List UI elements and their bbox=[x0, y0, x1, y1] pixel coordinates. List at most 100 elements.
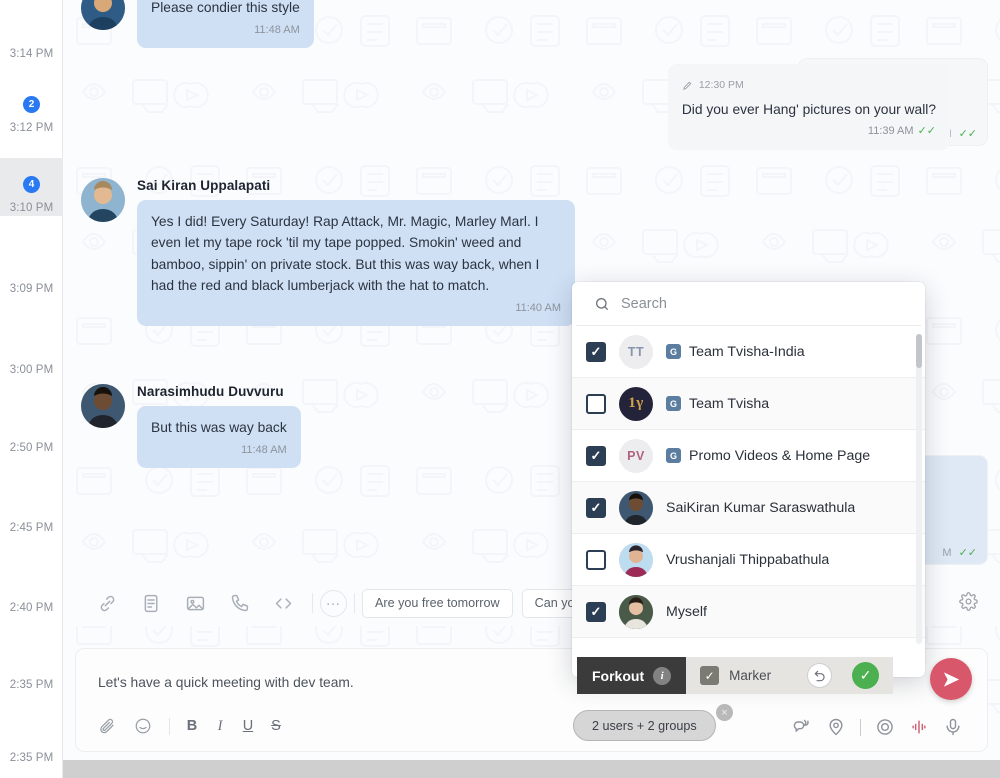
timeline-slot[interactable]: 3:14 PM bbox=[0, 10, 63, 62]
message-bubble[interactable]: Yes I did! Every Saturday! Rap Attack, M… bbox=[137, 199, 575, 326]
recipients-chip[interactable]: 2 users + 2 groups bbox=[573, 710, 716, 741]
avatar[interactable] bbox=[81, 0, 125, 30]
composer-toolbar[interactable]: BIUS bbox=[90, 709, 289, 743]
message-text: Please condier this style bbox=[151, 0, 300, 15]
underline-button[interactable]: U bbox=[235, 711, 261, 741]
timeline-slot[interactable]: 2:35 PM bbox=[0, 641, 63, 693]
timeline-slot[interactable]: 3:09 PM bbox=[0, 245, 63, 297]
app-window: 3:14 PM 2 3:12 PM 4 3:10 PM 3:09 PM 3:00 PM 2:5… bbox=[0, 0, 1000, 778]
row-promo-videos[interactable]: ✓ PV G Promo Videos & Home Page bbox=[572, 430, 925, 482]
timeline-slot[interactable]: 2:45 PM bbox=[0, 484, 63, 536]
timeline-slot[interactable]: 3:00 PM bbox=[0, 326, 63, 378]
emoji-icon[interactable] bbox=[126, 709, 160, 743]
avatar[interactable] bbox=[81, 177, 125, 222]
pencil-icon bbox=[683, 81, 692, 91]
row-checkbox[interactable]: ✓ bbox=[586, 341, 606, 362]
row-label: Myself bbox=[666, 603, 707, 620]
row-vrushanjali[interactable]: Vrushanjali Thippabathula bbox=[572, 534, 925, 586]
avatar-initials: 1γ bbox=[628, 395, 644, 411]
message-bubble[interactable]: But this was way back 11:48 AM bbox=[137, 406, 301, 468]
code-icon[interactable] bbox=[261, 581, 305, 625]
composer-right-icons[interactable] bbox=[787, 712, 968, 742]
composer-input[interactable]: Let's have a quick meeting with dev team… bbox=[98, 675, 354, 690]
message-sender-name: Sai Kiran Uppalapati bbox=[137, 177, 271, 193]
message-row[interactable]: Please condier this style 11:48 AM bbox=[81, 0, 960, 48]
scrollbar-thumb[interactable] bbox=[916, 334, 922, 368]
microphone-icon[interactable] bbox=[938, 712, 968, 742]
row-team-tvisha-india[interactable]: ✓ TT G Team Tvisha-India bbox=[572, 326, 925, 378]
group-icon: G bbox=[666, 396, 681, 411]
link-icon[interactable] bbox=[85, 581, 129, 625]
italic-button[interactable]: I bbox=[207, 711, 233, 741]
row-saikiran-kumar[interactable]: ✓ SaiKiran Kumar Saraswathula bbox=[572, 482, 925, 534]
timeline-slot[interactable]: 2:50 PM bbox=[0, 404, 63, 456]
send-button[interactable] bbox=[930, 658, 972, 700]
unread-badge: 4 bbox=[23, 176, 40, 193]
attachment-icon[interactable] bbox=[90, 709, 124, 743]
info-icon[interactable]: i bbox=[653, 666, 672, 685]
message-column: Sai Kiran Uppalapati Yes I did! Every Sat… bbox=[137, 177, 575, 326]
message-timeline-rail: 3:14 PM 2 3:12 PM 4 3:10 PM 3:09 PM 3:00 PM 2:5… bbox=[0, 0, 63, 778]
picker-row-list[interactable]: ✓ TT G Team Tvisha-India 1γ G Team Tvisha ✓ PV G P… bbox=[572, 326, 925, 677]
row-checkbox[interactable]: ✓ bbox=[586, 601, 606, 622]
strikethrough-button[interactable]: S bbox=[263, 711, 289, 741]
row-checkbox[interactable]: ✓ bbox=[586, 497, 606, 518]
toolbar-divider bbox=[312, 593, 313, 613]
undo-icon[interactable] bbox=[807, 663, 833, 688]
search-input[interactable] bbox=[621, 295, 903, 312]
avatar[interactable]: PV bbox=[619, 438, 653, 473]
image-icon[interactable] bbox=[173, 581, 217, 625]
timeline-slot[interactable]: 2:35 PM bbox=[0, 714, 63, 766]
composer-divider bbox=[169, 717, 170, 735]
more-options-button[interactable]: … bbox=[320, 589, 347, 617]
avatar[interactable] bbox=[619, 542, 653, 577]
phone-icon[interactable] bbox=[217, 581, 261, 625]
avatar[interactable] bbox=[619, 594, 653, 629]
bold-button[interactable]: B bbox=[179, 711, 205, 741]
record-icon[interactable] bbox=[870, 712, 900, 742]
message-bubble[interactable]: 12:30 PM Did you ever Hang' pictures on y… bbox=[667, 64, 950, 150]
row-checkbox[interactable] bbox=[586, 393, 606, 414]
message-bubble[interactable]: Please condier this style 11:48 AM bbox=[137, 0, 314, 48]
timeline-timestamp: 3:09 PM bbox=[9, 283, 54, 295]
check-icon: ✓ bbox=[590, 448, 602, 463]
message-timestamp: 11:40 AM bbox=[151, 298, 561, 320]
avatar[interactable] bbox=[619, 490, 653, 525]
forkout-bar[interactable]: Forkout i ✓ Marker ✓ bbox=[577, 657, 894, 694]
reaction-icon[interactable] bbox=[787, 712, 817, 742]
quick-reply-chip[interactable]: Are you free tomorrow bbox=[362, 588, 513, 618]
timeline-slot[interactable]: 2:40 PM bbox=[0, 564, 63, 616]
marker-zone[interactable]: ✓ Marker ✓ bbox=[686, 657, 894, 694]
avatar[interactable]: TT bbox=[619, 334, 653, 369]
picker-search-row[interactable] bbox=[576, 282, 921, 326]
marker-checkbox[interactable]: ✓ bbox=[700, 666, 720, 685]
message-row[interactable]: 12:30 PM Did you ever Hang' pictures on y… bbox=[81, 64, 960, 150]
timeline-timestamp: 2:40 PM bbox=[9, 602, 54, 614]
recipients-chip-label: 2 users + 2 groups bbox=[592, 718, 697, 733]
row-label: SaiKiran Kumar Saraswathula bbox=[666, 499, 856, 516]
location-icon[interactable] bbox=[821, 712, 851, 742]
avatar[interactable] bbox=[81, 384, 125, 428]
forkout-label: Forkout bbox=[592, 667, 645, 684]
row-checkbox[interactable]: ✓ bbox=[586, 445, 606, 466]
group-icon: G bbox=[666, 344, 681, 359]
recipient-picker-popup[interactable]: ✓TTGTeam Tvisha-India1γGTeam Tvisha✓PVGP… bbox=[572, 282, 925, 677]
timeline-slot[interactable]: 4 3:10 PM bbox=[0, 158, 63, 216]
gear-icon[interactable] bbox=[959, 592, 978, 616]
timeline-timestamp: 3:12 PM bbox=[9, 122, 54, 134]
row-checkbox[interactable] bbox=[586, 549, 606, 570]
signal-icon[interactable] bbox=[904, 712, 934, 742]
avatar[interactable]: 1γ bbox=[619, 386, 653, 421]
row-myself[interactable]: ✓ Myself bbox=[572, 586, 925, 638]
message-timestamp: 11:48 AM bbox=[151, 20, 300, 42]
message-text: But this was way back bbox=[151, 420, 287, 435]
row-team-tvisha[interactable]: 1γ G Team Tvisha bbox=[572, 378, 925, 430]
accept-button[interactable]: ✓ bbox=[852, 662, 880, 689]
scrollbar-track[interactable] bbox=[916, 334, 922, 644]
row-label: Promo Videos & Home Page bbox=[689, 447, 871, 464]
document-icon[interactable] bbox=[129, 581, 173, 625]
forkout-tag[interactable]: Forkout i bbox=[577, 657, 687, 694]
close-icon[interactable]: × bbox=[716, 704, 733, 721]
info-icon-label: i bbox=[660, 669, 664, 682]
timeline-slot[interactable]: 2 3:12 PM bbox=[0, 80, 63, 136]
